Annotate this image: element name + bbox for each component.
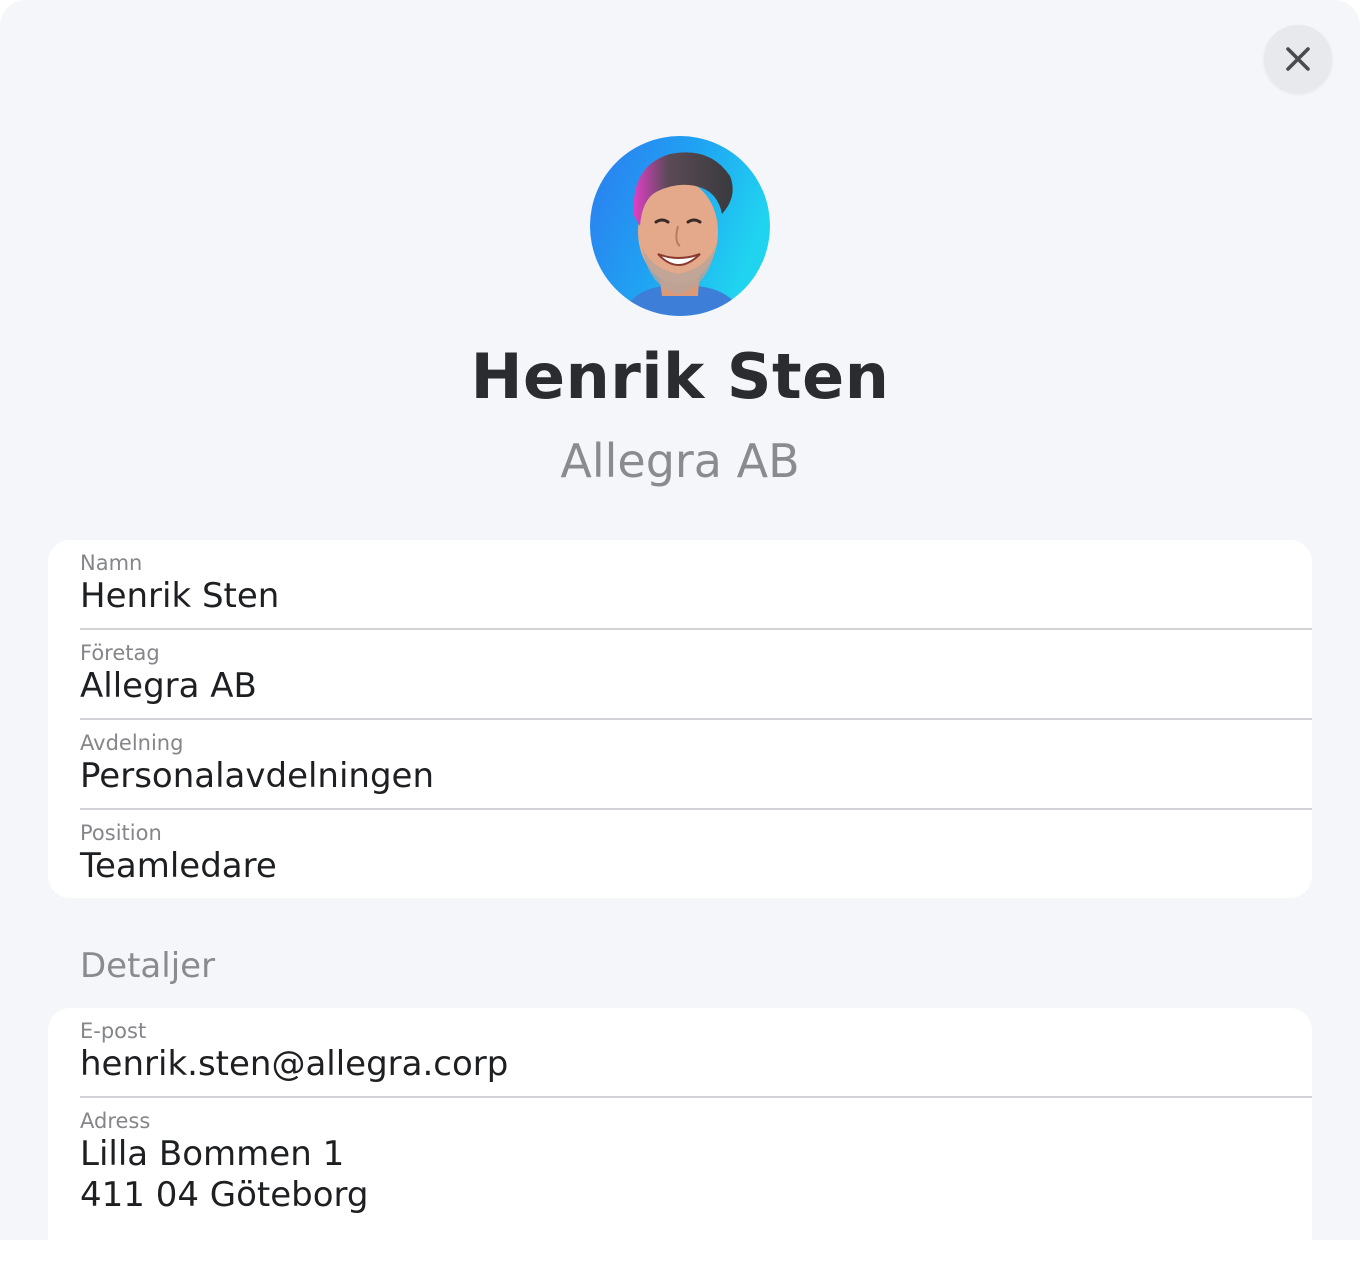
field-label: E-post <box>80 1019 147 1043</box>
address-line-1: Lilla Bommen 1 <box>80 1134 345 1174</box>
contact-name: Henrik Sten <box>470 340 890 413</box>
field-email[interactable]: E-post henrik.sten@allegra.corp <box>80 1008 1312 1098</box>
field-label: Avdelning <box>80 731 184 755</box>
contact-company: Allegra AB <box>560 434 800 488</box>
field-value: Teamledare <box>80 846 277 886</box>
close-icon <box>1286 47 1310 71</box>
contact-card-modal: Henrik Sten Allegra AB Namn Henrik Sten … <box>0 0 1360 1268</box>
field-department[interactable]: Avdelning Personalavdelningen <box>80 720 1312 810</box>
field-value: henrik.sten@allegra.corp <box>80 1044 509 1084</box>
field-address[interactable]: Adress Lilla Bommen 1 411 04 Göteborg <box>80 1098 1312 1216</box>
field-label: Namn <box>80 551 143 575</box>
field-label: Adress <box>80 1109 151 1133</box>
field-position[interactable]: Position Teamledare <box>80 810 1312 900</box>
field-value: Henrik Sten <box>80 576 280 616</box>
field-value: Personalavdelningen <box>80 756 435 796</box>
details-card: E-post henrik.sten@allegra.corp Adress L… <box>48 1008 1312 1268</box>
address-line-2: 411 04 Göteborg <box>80 1174 369 1215</box>
field-label: Företag <box>80 641 160 665</box>
close-button[interactable] <box>1264 25 1332 93</box>
field-value: Allegra AB <box>80 666 257 706</box>
field-name[interactable]: Namn Henrik Sten <box>80 540 1312 630</box>
info-card: Namn Henrik Sten Företag Allegra AB Avde… <box>48 540 1312 898</box>
details-heading: Detaljer <box>80 946 216 986</box>
field-company[interactable]: Företag Allegra AB <box>80 630 1312 720</box>
avatar <box>590 136 770 316</box>
field-label: Position <box>80 821 162 845</box>
